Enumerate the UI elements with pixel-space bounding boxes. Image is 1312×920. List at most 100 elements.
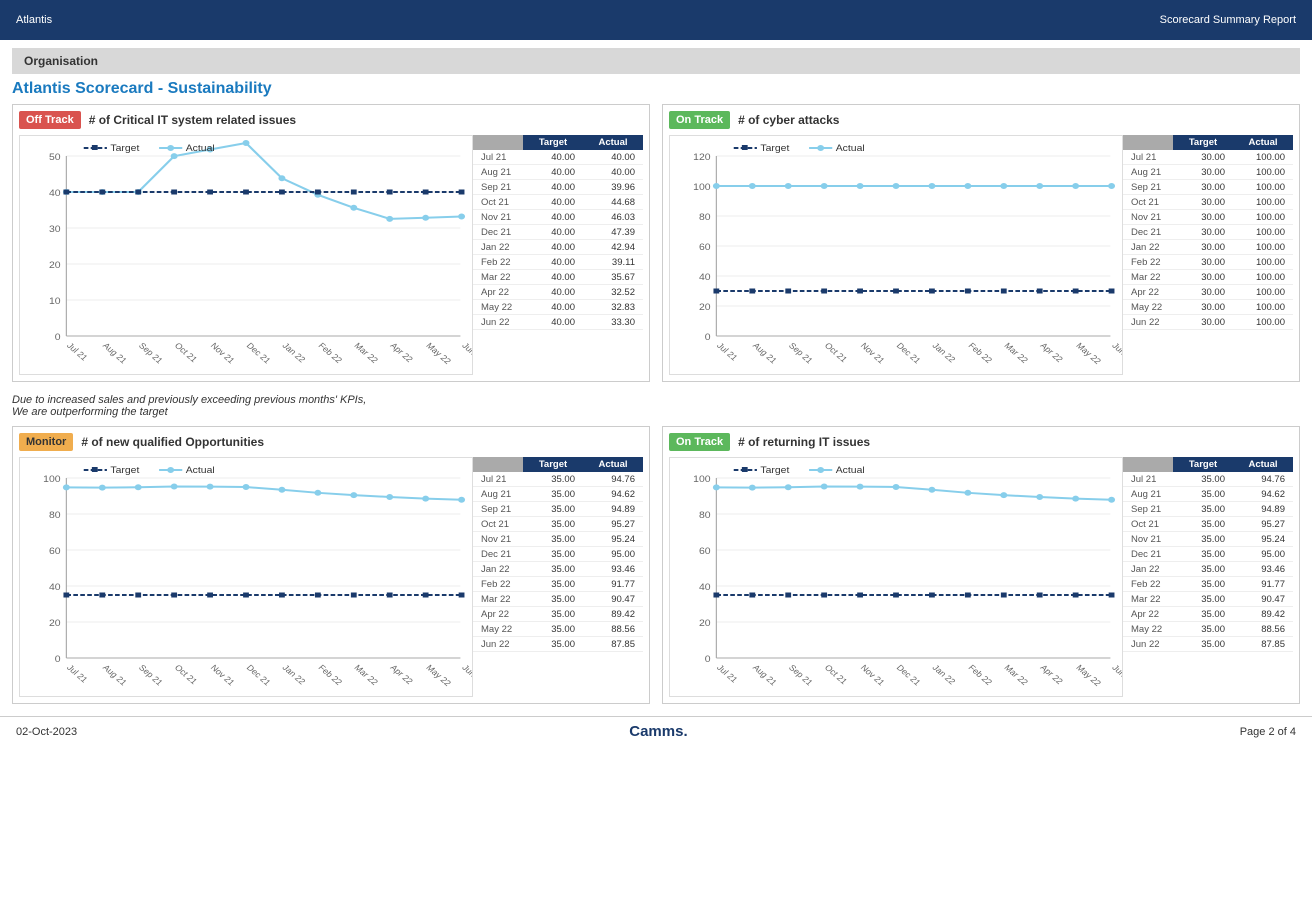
badge-on-track-1: On Track — [669, 111, 730, 129]
svg-text:Dec 21: Dec 21 — [244, 341, 272, 366]
svg-text:Jun 22: Jun 22 — [1110, 663, 1122, 687]
svg-text:Jun 22: Jun 22 — [460, 341, 472, 365]
table-row: Apr 2240.0032.52 — [473, 285, 643, 300]
svg-text:Nov 21: Nov 21 — [209, 663, 237, 688]
section-header-opportunities: Monitor # of new qualified Opportunities — [19, 433, 643, 451]
table-row: Jan 2235.0093.46 — [1123, 562, 1293, 577]
svg-text:Mar 22: Mar 22 — [1002, 341, 1030, 365]
table-row: Apr 2235.0089.42 — [1123, 607, 1293, 622]
svg-text:80: 80 — [699, 511, 711, 521]
table-row: Mar 2240.0035.67 — [473, 270, 643, 285]
svg-text:Apr 22: Apr 22 — [388, 341, 415, 364]
table-cyber: Target Actual Jul 2130.00100.00Aug 2130.… — [1123, 135, 1293, 375]
table-critical-it: Target Actual Jul 2140.0040.00Aug 2140.0… — [473, 135, 643, 375]
table-row: Dec 2135.0095.00 — [473, 547, 643, 562]
svg-text:60: 60 — [699, 243, 711, 253]
section-header-critical-it: Off Track # of Critical IT system relate… — [19, 111, 643, 129]
svg-text:Feb 22: Feb 22 — [316, 341, 344, 365]
table-row: Jan 2235.0093.46 — [473, 562, 643, 577]
svg-text:Jul 21: Jul 21 — [65, 663, 90, 685]
table-row: Sep 2140.0039.96 — [473, 180, 643, 195]
svg-text:80: 80 — [699, 213, 711, 223]
chart-table-row-critical-it: 50 40 30 20 10 0 — [19, 135, 643, 375]
table-row: May 2235.0088.56 — [473, 622, 643, 637]
svg-text:Aug 21: Aug 21 — [751, 341, 779, 366]
chart-cyber: 120 100 80 60 40 20 0 — [669, 135, 1123, 375]
svg-text:Sep 21: Sep 21 — [787, 663, 815, 688]
svg-text:Jun 22: Jun 22 — [460, 663, 472, 687]
table-row: Jun 2235.0087.85 — [1123, 637, 1293, 652]
section-header-returning-it: On Track # of returning IT issues — [669, 433, 1293, 451]
svg-text:Jul 21: Jul 21 — [65, 341, 90, 363]
table-row: Feb 2235.0091.77 — [473, 577, 643, 592]
chart-table-row-opportunities: 100 80 60 40 20 0 — [19, 457, 643, 697]
svg-text:Target: Target — [110, 466, 139, 476]
bottom-section-row: Monitor # of new qualified Opportunities… — [12, 426, 1300, 704]
svg-text:100: 100 — [43, 475, 61, 485]
svg-text:60: 60 — [49, 547, 61, 557]
svg-text:Apr 22: Apr 22 — [1038, 341, 1065, 364]
svg-text:May 22: May 22 — [1074, 663, 1103, 688]
table-row: Mar 2235.0090.47 — [473, 592, 643, 607]
svg-text:Jan 22: Jan 22 — [280, 341, 307, 365]
svg-text:Target: Target — [110, 144, 139, 154]
table-row: Apr 2235.0089.42 — [473, 607, 643, 622]
svg-text:Actual: Actual — [836, 466, 865, 476]
svg-text:Jul 21: Jul 21 — [715, 663, 740, 685]
svg-text:May 22: May 22 — [424, 663, 453, 688]
svg-text:May 22: May 22 — [424, 341, 453, 366]
svg-text:20: 20 — [49, 261, 61, 271]
table-row: Aug 2140.0040.00 — [473, 165, 643, 180]
table-returning: Target Actual Jul 2135.0094.76Aug 2135.0… — [1123, 457, 1293, 697]
section-header-cyber-attacks: On Track # of cyber attacks — [669, 111, 1293, 129]
section-opportunities: Monitor # of new qualified Opportunities… — [12, 426, 650, 704]
svg-text:Feb 22: Feb 22 — [316, 663, 344, 687]
chart-table-row-cyber: 120 100 80 60 40 20 0 — [669, 135, 1293, 375]
table-row: Oct 2140.0044.68 — [473, 195, 643, 210]
svg-text:Jul 21: Jul 21 — [715, 341, 740, 363]
svg-text:40: 40 — [49, 189, 61, 199]
table-row: Jul 2130.00100.00 — [1123, 150, 1293, 165]
section-label-opportunities: # of new qualified Opportunities — [81, 435, 264, 449]
table-row: Dec 2140.0047.39 — [473, 225, 643, 240]
org-bar: Organisation — [12, 48, 1300, 74]
table-row: Oct 2130.00100.00 — [1123, 195, 1293, 210]
svg-text:30: 30 — [49, 225, 61, 235]
svg-text:Sep 21: Sep 21 — [787, 341, 815, 366]
table-row: Nov 2135.0095.24 — [473, 532, 643, 547]
svg-text:Sep 21: Sep 21 — [137, 663, 165, 688]
footer-brand: Camms. — [629, 723, 687, 740]
note-text: Due to increased sales and previously ex… — [12, 394, 1300, 418]
table-row: Mar 2230.00100.00 — [1123, 270, 1293, 285]
svg-text:60: 60 — [699, 547, 711, 557]
svg-text:0: 0 — [55, 655, 61, 665]
table-row: Jul 2140.0040.00 — [473, 150, 643, 165]
page-header: Atlantis Scorecard Summary Report — [0, 0, 1312, 40]
svg-text:120: 120 — [693, 153, 711, 163]
footer-date: 02-Oct-2023 — [16, 726, 77, 738]
top-section-row: Off Track # of Critical IT system relate… — [12, 104, 1300, 382]
section-returning-it: On Track # of returning IT issues 100 80… — [662, 426, 1300, 704]
table-row: Oct 2135.0095.27 — [473, 517, 643, 532]
header-right: Scorecard Summary Report — [1160, 14, 1296, 26]
svg-text:40: 40 — [699, 583, 711, 593]
svg-text:Nov 21: Nov 21 — [859, 341, 887, 366]
table-row: Jun 2240.0033.30 — [473, 315, 643, 330]
table-row: Feb 2240.0039.11 — [473, 255, 643, 270]
table-row: Jan 2230.00100.00 — [1123, 240, 1293, 255]
table-row: Jul 2135.0094.76 — [473, 472, 643, 487]
table-row: Sep 2135.0094.89 — [473, 502, 643, 517]
svg-text:Actual: Actual — [186, 144, 215, 154]
badge-monitor: Monitor — [19, 433, 73, 451]
table-row: Dec 2130.00100.00 — [1123, 225, 1293, 240]
svg-text:50: 50 — [49, 153, 61, 163]
svg-text:Aug 21: Aug 21 — [101, 341, 129, 366]
badge-on-track-2: On Track — [669, 433, 730, 451]
table-row: May 2240.0032.83 — [473, 300, 643, 315]
svg-text:Jan 22: Jan 22 — [280, 663, 307, 687]
table-row: Jul 2135.0094.76 — [1123, 472, 1293, 487]
svg-text:Oct 21: Oct 21 — [173, 341, 200, 364]
section-label-critical-it: # of Critical IT system related issues — [89, 113, 296, 127]
svg-text:Jan 22: Jan 22 — [930, 341, 957, 365]
table-row: Nov 2135.0095.24 — [1123, 532, 1293, 547]
